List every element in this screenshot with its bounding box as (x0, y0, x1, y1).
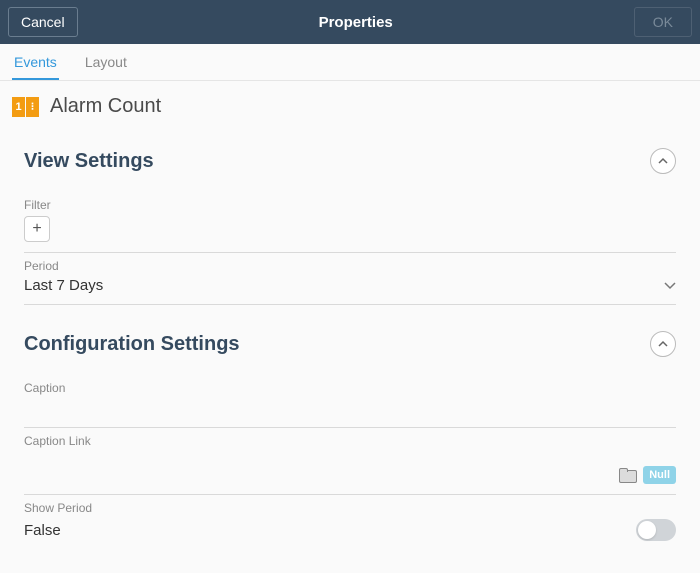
page-header: 1 ⁝ Alarm Count (0, 81, 700, 134)
browse-folder-icon[interactable] (619, 468, 637, 482)
filter-label: Filter (24, 198, 676, 212)
tab-bar: Events Layout (0, 44, 700, 81)
alarm-count-icon: 1 ⁝ (12, 97, 40, 117)
period-value: Last 7 Days (24, 277, 103, 294)
tab-events[interactable]: Events (12, 44, 59, 80)
caption-field[interactable]: Caption (24, 375, 676, 428)
caption-link-label: Caption Link (24, 434, 676, 448)
dialog-title: Properties (319, 14, 393, 31)
caption-label: Caption (24, 381, 676, 395)
show-period-label: Show Period (24, 501, 676, 515)
cancel-button[interactable]: Cancel (8, 7, 78, 37)
period-label: Period (24, 259, 676, 273)
chevron-up-icon (657, 338, 669, 350)
content-area: View Settings Filter + Period Last 7 Day… (0, 134, 700, 571)
period-dropdown-caret[interactable] (664, 279, 676, 293)
title-bar: Cancel Properties OK (0, 0, 700, 44)
plus-icon: + (32, 220, 41, 238)
view-settings-header[interactable]: View Settings (24, 134, 676, 192)
show-period-field: Show Period False (24, 495, 676, 551)
icon-digit-right: ⁝ (26, 97, 39, 117)
show-period-toggle[interactable] (636, 519, 676, 541)
caption-value[interactable] (24, 399, 676, 417)
page-title: Alarm Count (50, 95, 161, 118)
filter-field: Filter + (24, 192, 676, 253)
caption-link-field: Caption Link Null (24, 428, 676, 495)
tab-layout[interactable]: Layout (83, 44, 129, 80)
ok-button[interactable]: OK (634, 7, 692, 37)
view-settings-title: View Settings (24, 150, 154, 173)
configuration-settings-title: Configuration Settings (24, 333, 240, 356)
show-period-value: False (24, 522, 61, 539)
icon-digit-left: 1 (12, 97, 25, 117)
chevron-down-icon (664, 282, 676, 290)
null-badge-button[interactable]: Null (643, 466, 676, 484)
configuration-settings-header[interactable]: Configuration Settings (24, 305, 676, 375)
collapse-configuration-settings-button[interactable] (650, 331, 676, 357)
chevron-up-icon (657, 155, 669, 167)
add-filter-button[interactable]: + (24, 216, 50, 242)
period-field[interactable]: Period Last 7 Days (24, 253, 676, 305)
collapse-view-settings-button[interactable] (650, 148, 676, 174)
